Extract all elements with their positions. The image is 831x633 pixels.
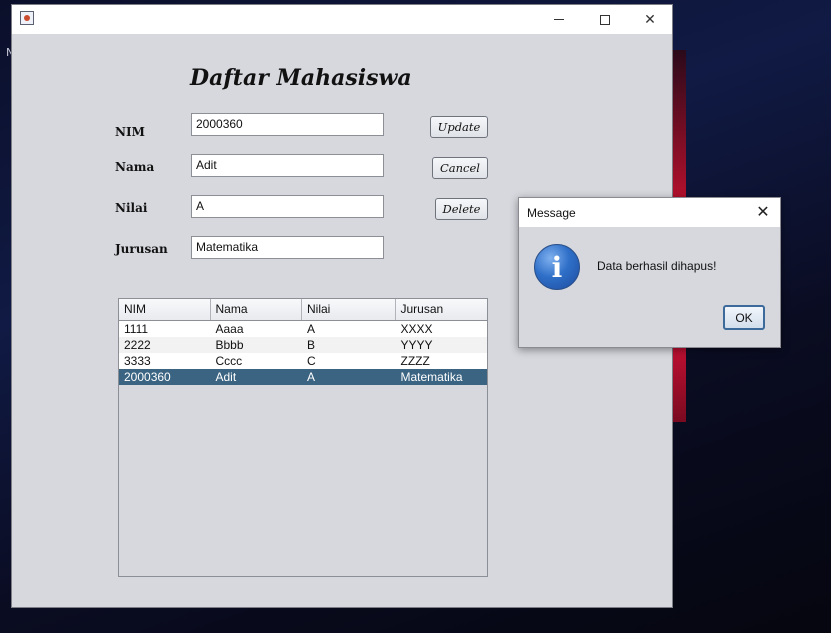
table-cell: 2222 bbox=[124, 338, 151, 352]
ok-button[interactable]: OK bbox=[723, 305, 765, 330]
maximize-icon bbox=[600, 14, 610, 25]
nama-field[interactable]: Adit bbox=[191, 154, 384, 177]
info-icon: i bbox=[534, 244, 580, 290]
page-title: Daftar Mahasiswa bbox=[190, 65, 412, 91]
window-titlebar[interactable]: ✕ bbox=[12, 5, 672, 34]
delete-button[interactable]: Delete bbox=[435, 198, 488, 220]
table-cell: XXXX bbox=[400, 322, 433, 336]
message-dialog: Message ✕ i Data berhasil dihapus! OK bbox=[518, 197, 781, 348]
table-cell: 1111 bbox=[124, 322, 149, 336]
table-cell: Aaaa bbox=[215, 322, 244, 336]
cancel-button[interactable]: Cancel bbox=[432, 157, 488, 179]
table-cell: Adit bbox=[215, 370, 237, 384]
table-cell: B bbox=[307, 338, 316, 352]
table-cell: A bbox=[307, 370, 316, 384]
column-header-nilai[interactable]: Nilai bbox=[302, 299, 396, 320]
label-nama: Nama bbox=[115, 160, 155, 174]
column-header-jurusan[interactable]: Jurusan bbox=[396, 299, 488, 320]
table-cell: 2000360 bbox=[124, 370, 171, 384]
dialog-title: Message bbox=[527, 206, 576, 220]
dialog-message: Data berhasil dihapus! bbox=[597, 259, 717, 273]
column-header-nim[interactable]: NIM bbox=[119, 299, 211, 320]
label-nim: NIM bbox=[115, 125, 145, 139]
table-header: NIM Nama Nilai Jurusan bbox=[119, 299, 487, 321]
table-cell: ZZZZ bbox=[400, 354, 430, 368]
dialog-close-button[interactable]: ✕ bbox=[751, 201, 775, 223]
dialog-titlebar[interactable]: Message ✕ bbox=[519, 198, 780, 227]
table-cell: Cccc bbox=[215, 354, 243, 368]
minimize-icon bbox=[554, 19, 564, 20]
table-row[interactable]: 3333 Cccc C ZZZZ bbox=[119, 353, 487, 369]
label-nilai: Nilai bbox=[115, 201, 148, 215]
table-row[interactable]: 2222 Bbbb B YYYY bbox=[119, 337, 487, 353]
student-table[interactable]: NIM Nama Nilai Jurusan 1111 Aaaa A XXXX … bbox=[118, 298, 488, 577]
table-cell: Matematika bbox=[400, 370, 463, 384]
close-button[interactable]: ✕ bbox=[627, 5, 673, 34]
label-jurusan: Jurusan bbox=[115, 242, 168, 256]
minimize-button[interactable] bbox=[536, 5, 582, 34]
table-cell: A bbox=[307, 322, 316, 336]
table-row-selected[interactable]: 2000360 Adit A Matematika bbox=[119, 369, 487, 385]
table-row[interactable]: 1111 Aaaa A XXXX bbox=[119, 321, 487, 337]
table-cell: Bbbb bbox=[215, 338, 244, 352]
update-button[interactable]: Update bbox=[430, 116, 488, 138]
jurusan-field[interactable]: Matematika bbox=[191, 236, 384, 259]
nilai-field[interactable]: A bbox=[191, 195, 384, 218]
java-app-icon[interactable] bbox=[20, 11, 34, 25]
close-icon: ✕ bbox=[644, 11, 656, 28]
maximize-button[interactable] bbox=[582, 5, 628, 34]
table-cell: C bbox=[307, 354, 316, 368]
table-cell: 3333 bbox=[124, 354, 151, 368]
table-cell: YYYY bbox=[400, 338, 433, 352]
nim-field[interactable]: 2000360 bbox=[191, 113, 384, 136]
close-icon: ✕ bbox=[756, 204, 770, 221]
column-header-nama[interactable]: Nama bbox=[211, 299, 302, 320]
